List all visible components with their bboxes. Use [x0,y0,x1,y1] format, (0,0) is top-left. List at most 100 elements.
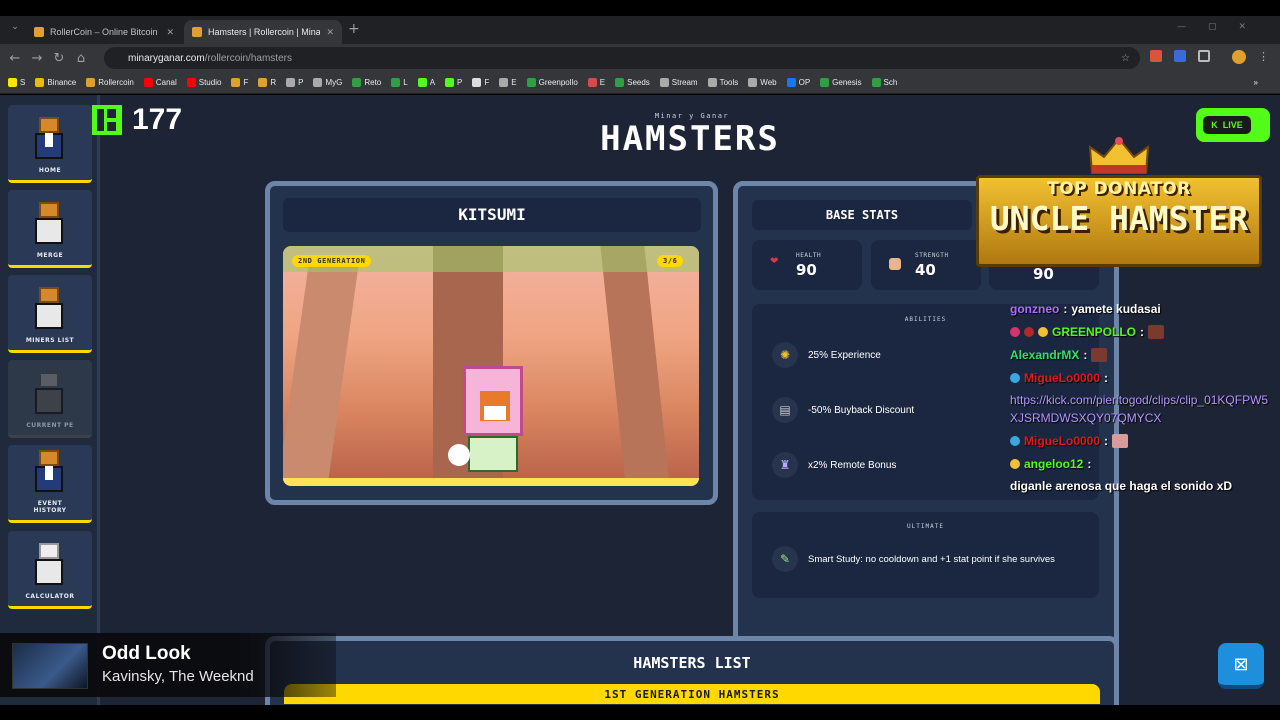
hamster-event-icon [27,448,73,494]
extensions-area: ⋮ [1150,50,1269,64]
address-row: ← → ↻ ⌂ minaryganar.com/rollercoin/hamst… [0,44,1280,72]
chat-username: MigueLo0000 [1024,371,1101,385]
chat-message: MigueLo0000 : [1010,432,1270,450]
ultimate-row: ✎ Smart Study: no cooldown and +1 stat p… [772,546,1072,572]
extension-icon[interactable] [1174,50,1186,62]
hamster-image [283,246,699,486]
bookmark-item[interactable]: Sch [871,78,897,87]
heart-icon: ❤ [770,256,779,267]
bookmark-item[interactable]: Studio [186,78,221,87]
badge-icon [1010,459,1020,469]
chat-message: gonzneo : yamete kudasai [1010,300,1270,318]
bookmark-item[interactable]: P [445,78,462,87]
bookmark-item[interactable]: F [231,78,248,87]
bookmark-item[interactable]: F [472,78,489,87]
discount-icon: ▤ [772,397,798,423]
sidebar-item-label: MERGE [36,252,64,259]
bookmark-item[interactable]: Genesis [820,78,862,87]
top-donator-banner: TOP DONATOR UNCLE HAMSTER [976,135,1262,267]
bookmark-item[interactable]: Reto [352,78,381,87]
hamster-counter-badge: 3/6 [657,255,684,267]
sidebar-item-label: EVENT HISTORY [33,500,67,514]
health-stat: ❤ HEALTH 90 [752,240,862,290]
forward-icon[interactable]: → [26,51,48,66]
bookmark-item[interactable]: Seeds [615,78,650,87]
sidebar-item-merge[interactable]: MERGE [8,190,92,268]
viewer-count: 177 [92,103,182,137]
hamster-list-icon [27,285,73,331]
book-icon: ✎ [772,546,798,572]
bookmark-item[interactable]: MyG [313,78,342,87]
ultimate-text: Smart Study: no cooldown and +1 stat poi… [808,553,1055,565]
hamster-avatar-icon [27,115,73,161]
top-black-bar [0,0,1280,16]
back-icon[interactable]: ← [4,51,26,66]
badge-icon [1010,436,1020,446]
bookmark-item[interactable]: Greenpollo [526,78,578,87]
emote-icon [1112,434,1129,448]
hamster-wrench-icon [27,200,73,246]
sidebar-item-current-pe[interactable]: CURRENT PE [8,360,92,438]
bookmarks-more[interactable]: » [1254,78,1258,87]
bookmark-item[interactable]: P [286,78,303,87]
url-bar[interactable]: minaryganar.com/rollercoin/hamsters ☆ [104,47,1140,69]
badge-icon [1010,327,1020,337]
chat-separator: : [1063,302,1068,316]
rollercoin-favicon-icon [34,27,44,37]
hamsters-favicon-icon [192,27,202,37]
bookmark-item[interactable]: L [391,78,408,87]
tab-search-icon[interactable]: ⌄ [4,22,26,32]
tab-close-icon[interactable]: ✕ [320,27,334,38]
chat-message: MigueLo0000 : https://kick.com/pieritogo… [1010,369,1270,427]
bookmark-item[interactable]: E [587,78,605,87]
sidebar-item-home[interactable]: HOME [8,105,92,183]
home-icon[interactable]: ⌂ [70,51,92,66]
tab-hamsters[interactable]: Hamsters | Rollercoin | Minar y Ganar ✕ [184,20,342,44]
ability-row: ✺ 25% Experience [772,342,881,368]
hamster-name: KITSUMI [283,198,701,232]
experience-icon: ✺ [772,342,798,368]
extension-icon[interactable] [1150,50,1162,62]
profile-avatar[interactable] [1232,50,1246,64]
sidebar-item-miners-list[interactable]: MINERS LIST [8,275,92,353]
chat-text: diganle arenosa que haga el sonido xD [1010,479,1233,493]
chat-link[interactable]: https://kick.com/pieritogod/clips/clip_0… [1010,391,1270,427]
badge-icon [1010,373,1020,383]
bookmark-item[interactable]: E [499,78,517,87]
bookmark-item[interactable]: Web [748,78,777,87]
bookmark-item[interactable]: Canal [143,78,177,87]
url-path: /rollercoin/hamsters [204,52,292,64]
gen1-tab[interactable]: 1ST GENERATION HAMSTERS [284,684,1100,704]
ability-row: ♜ x2% Remote Bonus [772,452,896,478]
bookmark-item[interactable]: OP [786,78,810,87]
chat-message: GREENPOLLO : [1010,323,1270,341]
bookmark-item[interactable]: Binance [35,78,76,87]
chat-username: GREENPOLLO [1052,325,1137,339]
ticket-button[interactable]: ⊠ [1218,643,1264,689]
tab-close-icon[interactable]: ✕ [160,27,174,38]
chat-username: gonzneo [1010,302,1060,316]
chat-username: angeloo12 [1024,457,1084,471]
bookmark-item[interactable]: Stream [659,78,698,87]
bookmark-item[interactable]: Rollercoin [86,78,134,87]
sidebar-item-label: CALCULATOR [25,593,75,600]
bookmark-item[interactable]: Tools [707,78,738,87]
health-value: 90 [796,261,817,279]
tab-rollercoin[interactable]: RollerCoin – Online Bitcoin Mining ✕ [26,20,182,44]
sidebar-item-event-history[interactable]: EVENT HISTORY [8,445,92,523]
new-tab-button[interactable]: + [348,21,360,37]
bookmark-item[interactable]: R [258,78,276,87]
bookmark-item[interactable]: A [417,78,435,87]
sidebar-item-calculator[interactable]: CALCULATOR [8,531,92,609]
hamster-pe-icon [27,370,73,416]
bookmark-star-icon[interactable]: ☆ [1121,53,1130,64]
donator-name: UNCLE HAMSTER [989,199,1249,238]
chat-message: AlexandrMX : [1010,346,1270,364]
emote-icon [1148,325,1165,339]
reload-icon[interactable]: ↻ [48,51,70,66]
menu-icon[interactable]: ⋮ [1258,50,1269,64]
bookmark-item[interactable]: S [8,78,25,87]
ultimate-box: ULTIMATE ✎ Smart Study: no cooldown and … [752,512,1099,598]
badge-icon [1024,327,1034,337]
puzzle-icon[interactable] [1198,50,1210,62]
